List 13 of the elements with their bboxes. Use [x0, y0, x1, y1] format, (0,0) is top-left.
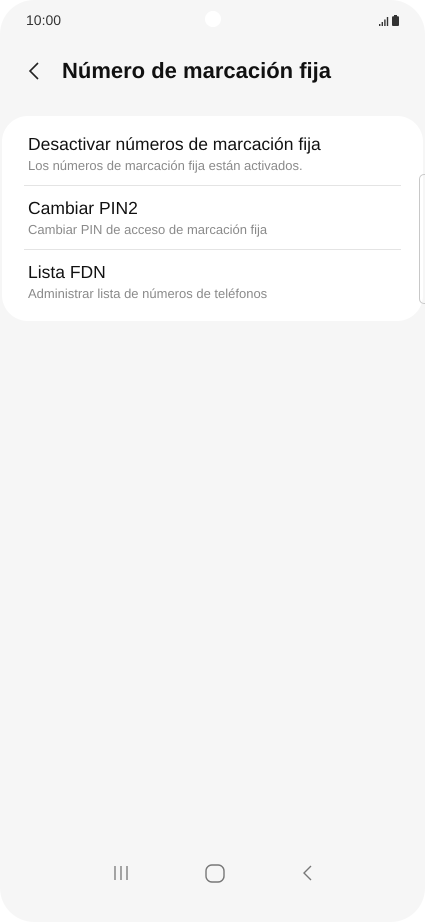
- item-title[interactable]: Desactivar números de marcación fija: [28, 132, 399, 156]
- home-icon[interactable]: [205, 864, 226, 882]
- battery-icon: [392, 14, 399, 26]
- recent-apps-icon[interactable]: [112, 865, 130, 881]
- item-title[interactable]: Lista FDN: [28, 260, 399, 284]
- item-subtitle: Los números de marcación fija están activados.: [28, 157, 304, 175]
- page-title: Número de marcación fija: [62, 58, 331, 84]
- item-subtitle: Administrar lista de números de teléfonos: [28, 285, 268, 303]
- back-icon[interactable]: [28, 61, 40, 81]
- status-time: 10:00: [26, 12, 62, 28]
- item-subtitle: Cambiar PIN de acceso de marcación fija: [28, 221, 268, 239]
- item-title[interactable]: Cambiar PIN2: [28, 196, 399, 220]
- signal-icon: [379, 16, 389, 26]
